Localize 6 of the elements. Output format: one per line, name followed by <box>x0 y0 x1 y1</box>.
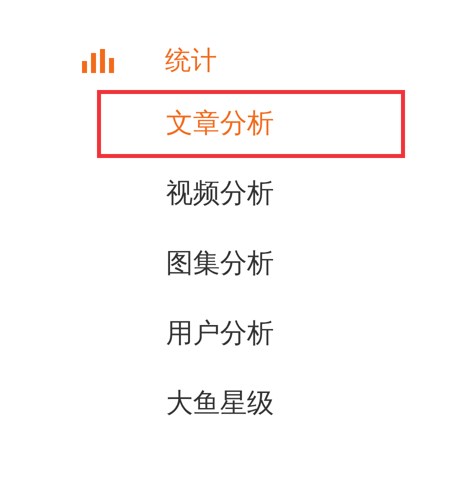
section-title: 统计 <box>165 44 217 78</box>
menu-item[interactable]: 视频分析 <box>97 160 405 228</box>
menu-item[interactable]: 大鱼星级 <box>97 370 405 438</box>
menu-item[interactable]: 图集分析 <box>97 230 405 298</box>
bar-chart-icon <box>82 49 116 73</box>
menu-item[interactable]: 用户分析 <box>97 300 405 368</box>
